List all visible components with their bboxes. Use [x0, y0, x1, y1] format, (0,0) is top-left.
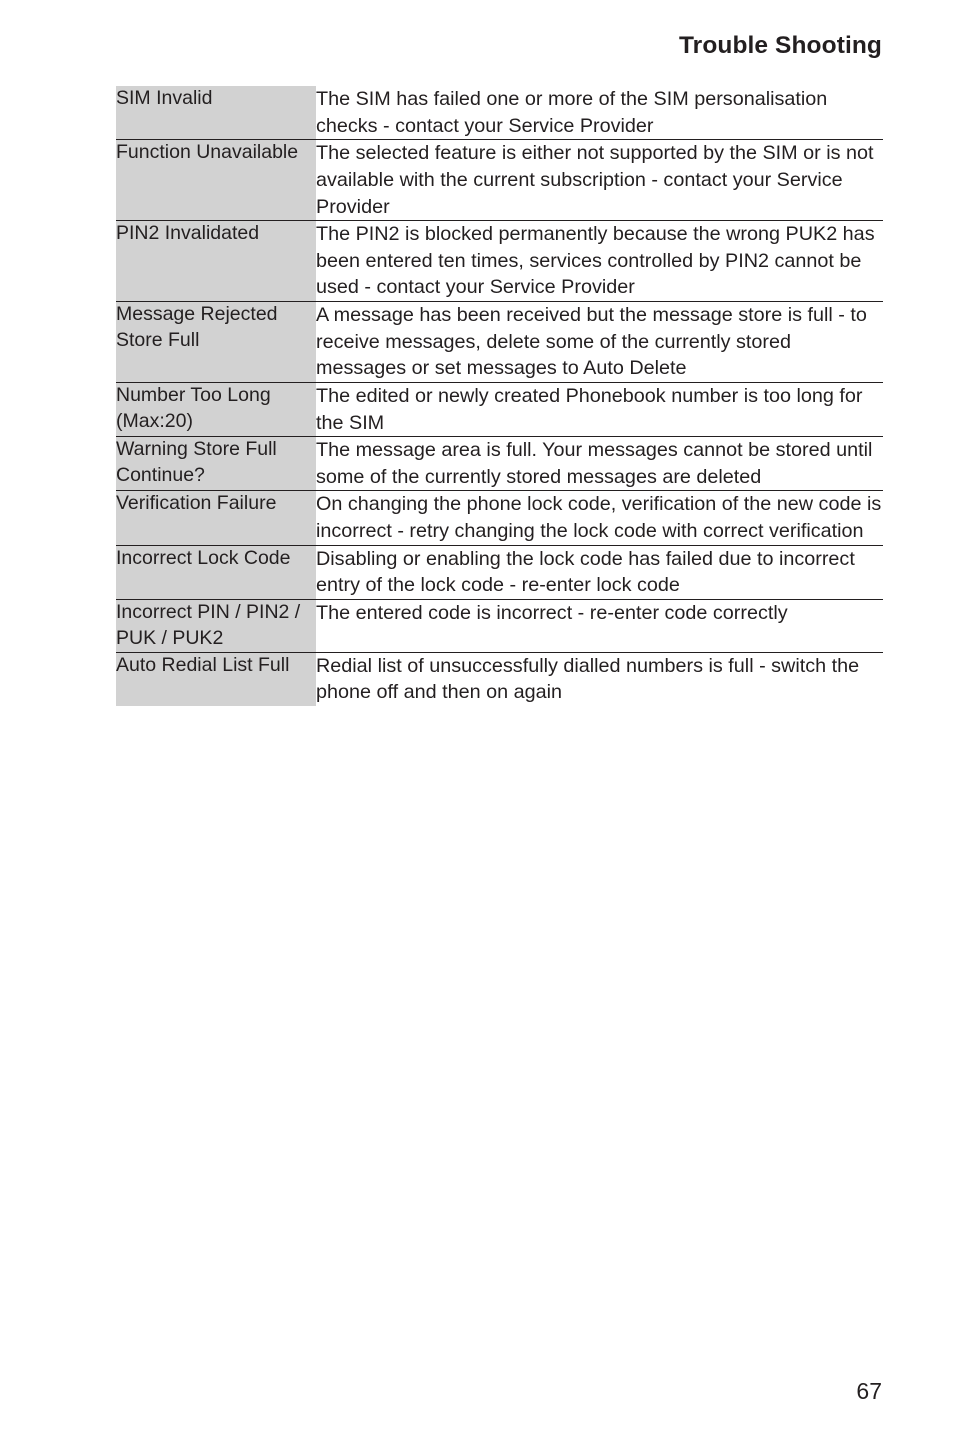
message-label-cell: Auto Redial List Full [116, 652, 316, 706]
table-row: SIM Invalid The SIM has failed one or mor… [116, 86, 883, 141]
message-description-cell: Redial list of unsuccessfully dialled nu… [316, 652, 883, 706]
message-description-cell: A message has been received but the mess… [316, 301, 883, 383]
message-description-cell: The entered code is incorrect - re-enter… [316, 599, 883, 653]
table-row: Auto Redial List Full Redial list of unsu… [116, 652, 883, 706]
message-description-cell: On changing the phone lock code, verific… [316, 490, 883, 546]
message-description-cell: The selected feature is either not suppo… [316, 139, 883, 222]
table-row: Message Rejected Store Full A message has… [116, 301, 883, 383]
message-label-cell: PIN2 Invalidated [116, 220, 316, 302]
trouble-shooting-table-wrapper: SIM Invalid The SIM has failed one or mor… [116, 86, 883, 706]
message-label-cell: Verification Failure [116, 490, 316, 546]
message-label-cell: Function Unavailable [116, 139, 316, 222]
table-row: Incorrect PIN / PIN2 / PUK / PUK2 The ent… [116, 599, 883, 653]
message-label-cell: Incorrect Lock Code [116, 545, 316, 600]
page-number: 67 [856, 1378, 882, 1404]
message-label-cell: Warning Store Full Continue? [116, 436, 316, 492]
message-label-cell: Number Too Long (Max:20) [116, 382, 316, 438]
table-row: PIN2 Invalidated The PIN2 is blocked perm… [116, 220, 883, 302]
page-title: Trouble Shooting [678, 32, 882, 59]
table-row: Number Too Long (Max:20) The edited or ne… [116, 382, 883, 438]
message-description-cell: The message area is full. Your messages … [316, 436, 883, 492]
table-row: Incorrect Lock Code Disabling or enabling… [116, 545, 883, 600]
message-label-cell: Message Rejected Store Full [116, 301, 316, 383]
message-label-cell: Incorrect PIN / PIN2 / PUK / PUK2 [116, 599, 316, 653]
message-description-cell: Disabling or enabling the lock code has … [316, 545, 883, 600]
table-row: Function Unavailable The selected feature… [116, 139, 883, 222]
message-description-cell: The SIM has failed one or more of the SI… [316, 86, 883, 141]
table-body: SIM Invalid The SIM has failed one or mor… [116, 86, 883, 706]
table-row: Verification Failure On changing the phon… [116, 490, 883, 546]
table-row: Warning Store Full Continue? The message … [116, 436, 883, 492]
message-description-cell: The edited or newly created Phonebook nu… [316, 382, 883, 438]
trouble-shooting-table: SIM Invalid The SIM has failed one or mor… [116, 86, 883, 706]
message-description-cell: The PIN2 is blocked permanently because … [316, 220, 883, 302]
message-label-cell: SIM Invalid [116, 86, 316, 141]
